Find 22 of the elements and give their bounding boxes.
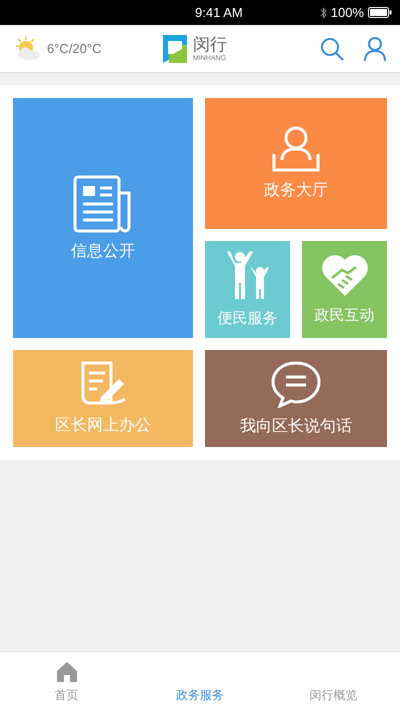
battery-percent: 100% [330, 5, 364, 20]
person-desk-icon [272, 126, 320, 172]
heart-handshake-icon [320, 254, 370, 298]
logo-title: 闵行 [193, 36, 227, 54]
menu-tile[interactable]: 政务大厅 [205, 98, 387, 229]
user-icon[interactable] [364, 36, 386, 60]
menu-tile[interactable]: 我向区长说句话 [205, 350, 387, 447]
temperature: 6°C/20°C [47, 41, 102, 56]
home-icon [56, 660, 78, 682]
tab[interactable]: 政务服务 [133, 652, 267, 712]
newspaper-icon [73, 174, 133, 232]
search-icon[interactable] [320, 36, 344, 60]
tab[interactable]: 闵行概览 [266, 652, 400, 712]
tab[interactable]: 首页 [0, 652, 134, 712]
menu-tile[interactable]: 便民服务 [205, 241, 290, 338]
battery-icon [368, 7, 392, 18]
menu-tile[interactable]: 信息公开 [13, 98, 193, 338]
clock: 9:41 AM [195, 5, 243, 20]
menu-tile[interactable]: 区长网上办公 [13, 350, 193, 447]
bluetooth-icon [320, 6, 327, 18]
menu-tile[interactable]: 政民互动 [302, 241, 387, 338]
speech-bubble-icon [270, 360, 322, 408]
